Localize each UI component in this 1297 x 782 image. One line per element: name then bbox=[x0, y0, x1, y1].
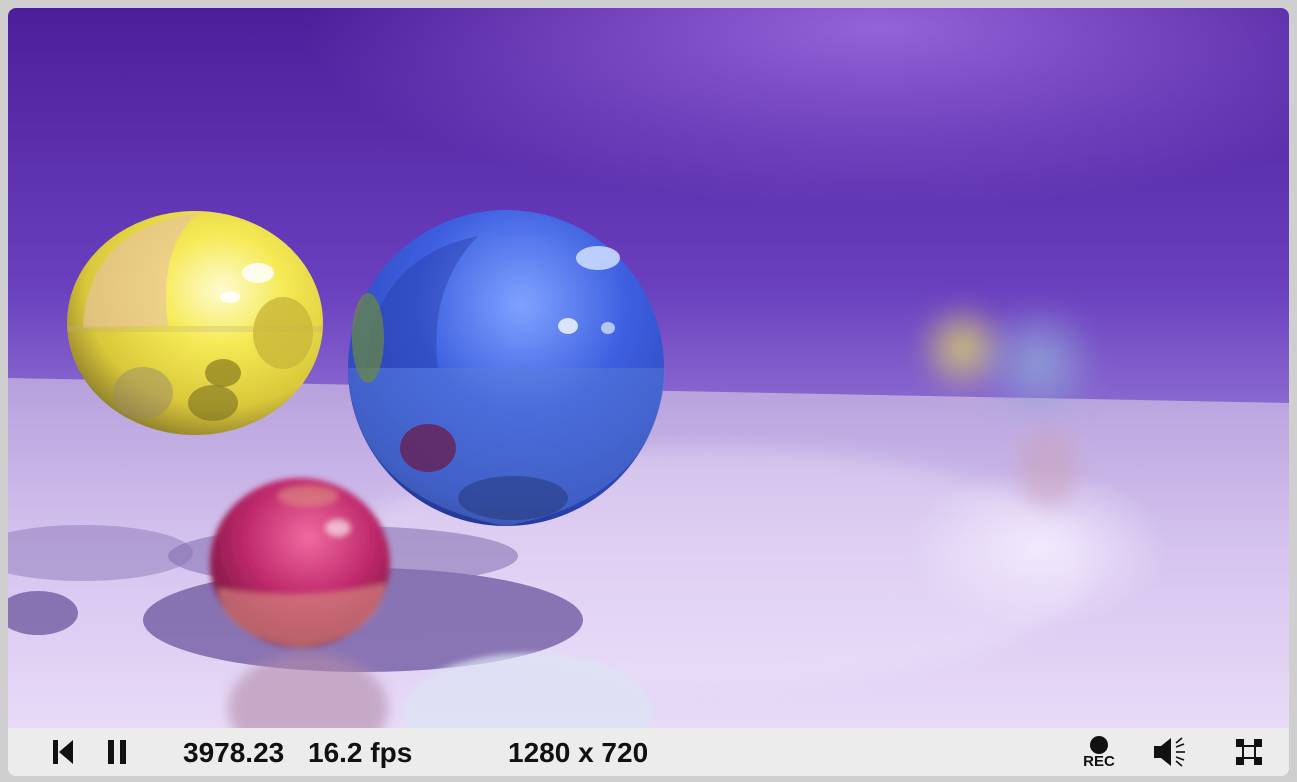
raytraced-scene bbox=[8, 8, 1289, 728]
render-canvas[interactable] bbox=[8, 8, 1289, 728]
player-control-bar: 3978.23 16.2 fps 1280 x 720 REC bbox=[8, 728, 1289, 776]
shader-player: 3978.23 16.2 fps 1280 x 720 REC bbox=[8, 8, 1289, 776]
blue-sphere bbox=[348, 210, 666, 526]
volume-icon bbox=[1154, 737, 1185, 767]
pause-icon bbox=[108, 740, 126, 764]
rewind-to-start-icon bbox=[53, 740, 73, 764]
fullscreen-button[interactable] bbox=[1232, 736, 1266, 768]
pause-button[interactable] bbox=[102, 736, 132, 768]
time-readout: 3978.23 bbox=[183, 737, 285, 768]
record-label: REC bbox=[1083, 753, 1115, 770]
resolution-readout: 1280 x 720 bbox=[508, 737, 649, 768]
fps-readout: 16.2 fps bbox=[308, 737, 413, 768]
rewind-button[interactable] bbox=[48, 736, 78, 768]
red-sphere bbox=[210, 478, 390, 648]
fullscreen-icon bbox=[1236, 739, 1262, 765]
page-background: 3978.23 16.2 fps 1280 x 720 REC bbox=[0, 0, 1297, 782]
yellow-sphere bbox=[67, 211, 323, 435]
volume-button[interactable] bbox=[1150, 736, 1190, 768]
record-icon bbox=[1090, 736, 1108, 754]
record-button[interactable]: REC bbox=[1074, 732, 1124, 772]
